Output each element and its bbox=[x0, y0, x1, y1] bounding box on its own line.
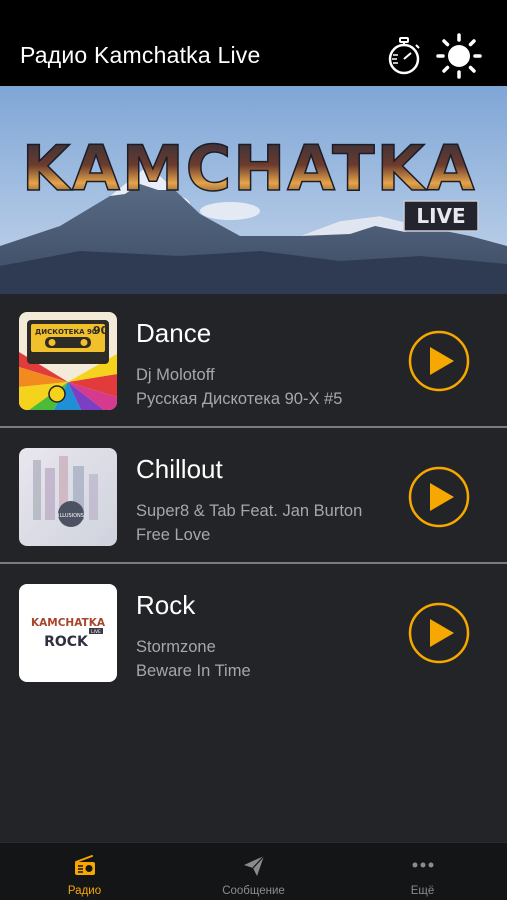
sun-icon bbox=[436, 33, 482, 79]
station-artist: Stormzone bbox=[136, 638, 216, 656]
play-icon bbox=[408, 602, 470, 664]
sleep-timer-button[interactable] bbox=[384, 36, 424, 76]
dance-cover-badge: 90 bbox=[93, 324, 109, 337]
station-row-rock[interactable]: KAMCHATKA LIVE ROCK Rock Stormzone Bewar… bbox=[0, 566, 507, 700]
station-banner: KAMCHATKA LIVE bbox=[0, 86, 507, 294]
banner-logo: KAMCHATKA bbox=[22, 132, 477, 205]
dance-cover-text: ДИСКОТЕКА 90 bbox=[35, 328, 97, 336]
play-icon bbox=[408, 330, 470, 392]
station-cover-rock: KAMCHATKA LIVE ROCK bbox=[19, 584, 117, 682]
station-artist: Super8 & Tab Feat. Jan Burton bbox=[136, 502, 363, 520]
station-name: Chillout bbox=[136, 454, 223, 484]
tab-radio[interactable]: Радио bbox=[0, 843, 169, 900]
app-header: Радио Kamchatka Live bbox=[0, 0, 507, 86]
play-button-chillout[interactable] bbox=[408, 466, 470, 528]
rock-cover-text: KAMCHATKA bbox=[31, 617, 106, 629]
stopwatch-icon bbox=[388, 37, 420, 75]
station-cover-chillout: ILLUSIONS bbox=[19, 448, 117, 546]
tab-message[interactable]: Сообщение bbox=[169, 843, 338, 900]
tab-bar: Радио Сообщение Ещё bbox=[0, 842, 507, 900]
rock-cover-text2: ROCK bbox=[44, 634, 89, 650]
station-track: Beware In Time bbox=[136, 662, 251, 680]
more-dots-icon bbox=[412, 862, 434, 868]
play-button-dance[interactable] bbox=[408, 330, 470, 392]
station-name: Rock bbox=[136, 590, 196, 620]
tab-label: Ещё bbox=[410, 885, 435, 897]
station-row-dance[interactable]: ДИСКОТЕКА 90 90 Dance Dj Molotoff Русска… bbox=[0, 294, 507, 428]
banner-live-badge: LIVE bbox=[416, 204, 465, 228]
station-track: Русская Дискотека 90-Х #5 bbox=[136, 390, 343, 408]
play-button-rock[interactable] bbox=[408, 602, 470, 664]
tab-label: Сообщение bbox=[222, 885, 285, 897]
station-row-chillout[interactable]: ILLUSIONS Chillout Super8 & Tab Feat. Ja… bbox=[0, 430, 507, 564]
chillout-cover-text: ILLUSIONS bbox=[58, 513, 84, 519]
page-title: Радио Kamchatka Live bbox=[20, 42, 261, 68]
tab-label: Радио bbox=[67, 885, 102, 897]
station-artist: Dj Molotoff bbox=[136, 366, 215, 384]
station-name: Dance bbox=[136, 318, 212, 348]
radio-icon bbox=[75, 855, 95, 875]
rock-cover-badge: LIVE bbox=[91, 629, 101, 635]
station-track: Free Love bbox=[136, 526, 211, 544]
theme-toggle-button[interactable] bbox=[436, 33, 482, 79]
play-icon bbox=[408, 466, 470, 528]
tab-more[interactable]: Ещё bbox=[338, 843, 507, 900]
paper-plane-icon bbox=[244, 855, 265, 876]
station-cover-dance: ДИСКОТЕКА 90 90 bbox=[19, 312, 117, 410]
